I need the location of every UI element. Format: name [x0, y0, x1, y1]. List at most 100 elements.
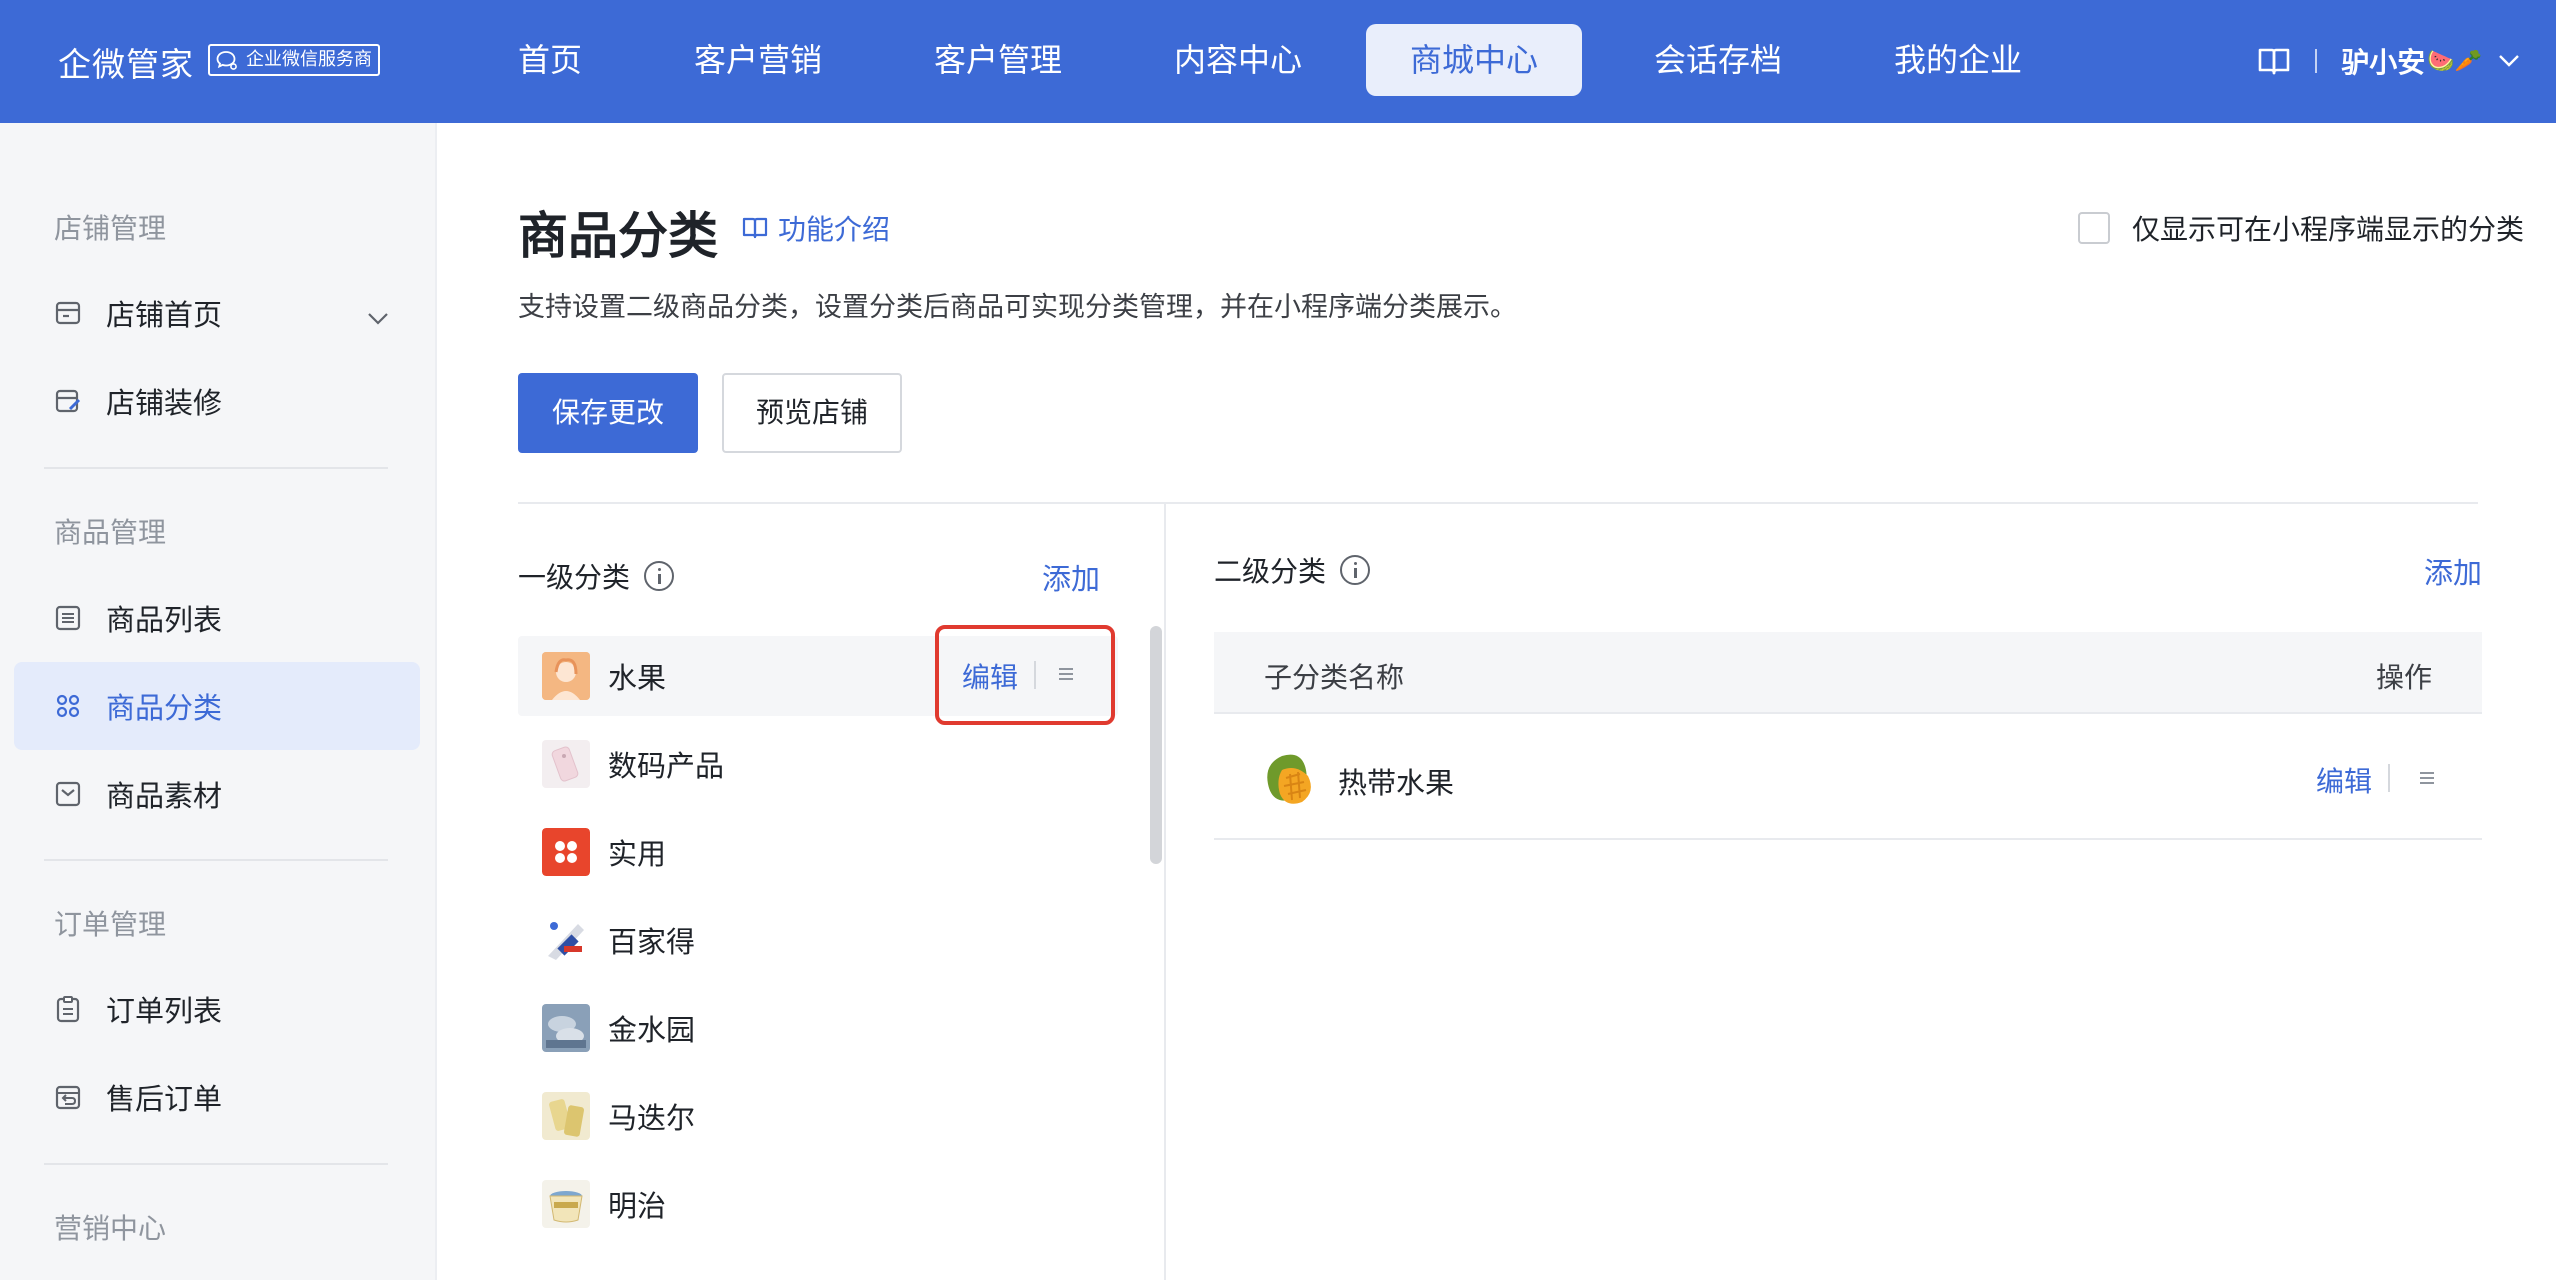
sidebar-group-store: 店铺管理 — [54, 212, 167, 245]
level1-add-link[interactable]: 添加 — [1042, 556, 1100, 598]
level2-add-link[interactable]: 添加 — [2424, 550, 2482, 592]
category-name: 百家得 — [608, 925, 696, 959]
sidebar-group-orders: 订单管理 — [54, 908, 167, 941]
sidebar-item-goods-category[interactable]: 商品分类 — [14, 662, 420, 750]
subcategory-name: 热带水果 — [1338, 766, 1455, 800]
sidebar-item-order-list[interactable]: 订单列表 — [14, 965, 420, 1053]
nav-customer-management[interactable]: 客户管理 — [890, 24, 1106, 96]
action-separator — [1034, 661, 1036, 689]
only-show-label: 仅显示可在小程序端显示的分类 — [2131, 213, 2524, 246]
feature-intro-link[interactable]: 功能介绍 — [742, 208, 890, 248]
decoration-icon — [54, 387, 82, 415]
sidebar: 店铺管理 店铺首页 店铺装修 商品管理 商品列表 商品分类 商品素材 订单管理 … — [0, 123, 437, 1280]
page-title: 商品分类 — [518, 207, 718, 265]
column-header-operation: 操作 — [2375, 661, 2432, 694]
subcategory-table-header: 子分类名称 操作 — [1214, 632, 2482, 712]
divider — [2315, 49, 2318, 73]
panel-divider — [1164, 504, 1166, 1280]
action-separator — [2388, 764, 2390, 792]
store-icon — [54, 299, 82, 327]
clipboard-icon — [54, 995, 82, 1023]
drag-handle-icon[interactable] — [1059, 668, 1073, 680]
sidebar-item-label: 售后订单 — [106, 1082, 223, 1116]
user-area: 驴小安 🍉🥕 — [2257, 38, 2520, 84]
sidebar-divider — [44, 467, 388, 469]
sidebar-item-after-sale[interactable]: 售后订单 — [14, 1053, 420, 1141]
category-thumbnail-practical — [542, 828, 590, 876]
app-logo[interactable]: 企微管家 — [58, 38, 194, 86]
category-row-meiji[interactable]: 明治 — [518, 1164, 1118, 1244]
book-icon — [742, 216, 768, 240]
level1-header: 一级分类 — [518, 556, 675, 596]
sidebar-item-label: 店铺首页 — [106, 298, 223, 332]
sidebar-item-store-decoration[interactable]: 店铺装修 — [14, 357, 420, 445]
nav-my-enterprise[interactable]: 我的企业 — [1850, 24, 2066, 96]
category-row-digital[interactable]: 数码产品 — [518, 724, 1118, 804]
help-book-icon[interactable] — [2257, 46, 2291, 76]
category-row-bacardi[interactable]: 百家得 — [518, 900, 1118, 980]
sidebar-item-goods-material[interactable]: 商品素材 — [14, 750, 420, 838]
sidebar-divider — [44, 859, 388, 861]
chevron-down-icon[interactable] — [2498, 54, 2520, 68]
category-row-jinshuiyuan[interactable]: 金水园 — [518, 988, 1118, 1068]
category-name: 实用 — [608, 837, 667, 871]
category-name: 水果 — [608, 661, 667, 695]
subcategory-thumbnail-tropical-fruit — [1260, 750, 1320, 810]
sidebar-group-marketing: 营销中心 — [54, 1212, 167, 1245]
nav-session-archive[interactable]: 会话存档 — [1610, 24, 1826, 96]
save-changes-button[interactable]: 保存更改 — [518, 373, 698, 453]
info-icon[interactable] — [644, 561, 675, 591]
category-name: 金水园 — [608, 1013, 696, 1047]
sidebar-item-label: 商品列表 — [106, 603, 223, 637]
category-thumbnail-jinshuiyuan — [542, 1004, 590, 1052]
top-navigation-bar: 企微管家 企业微信服务商 首页 客户营销 客户管理 内容中心 商城中心 会话存档… — [0, 0, 2556, 123]
user-emoji: 🍉🥕 — [2427, 48, 2482, 74]
category-thumbnail-meiji — [542, 1180, 590, 1228]
category-edit-link[interactable]: 编辑 — [962, 656, 1018, 696]
level2-title: 二级分类 — [1214, 555, 1327, 588]
sidebar-divider — [44, 1163, 388, 1165]
only-show-checkbox[interactable] — [2077, 212, 2110, 244]
drag-handle-icon[interactable] — [2420, 772, 2434, 784]
sidebar-item-store-home[interactable]: 店铺首页 — [14, 269, 420, 357]
category-icon — [54, 692, 82, 720]
sidebar-item-label: 订单列表 — [106, 994, 223, 1028]
sidebar-group-goods: 商品管理 — [54, 516, 167, 549]
category-name: 马迭尔 — [608, 1101, 696, 1135]
level2-header: 二级分类 — [1214, 550, 1371, 590]
user-name[interactable]: 驴小安 — [2341, 41, 2425, 81]
category-row-madier[interactable]: 马迭尔 — [518, 1076, 1118, 1156]
sidebar-item-label: 商品素材 — [106, 779, 223, 813]
category-row-practical[interactable]: 实用 — [518, 812, 1118, 892]
info-icon[interactable] — [1340, 555, 1371, 585]
sidebar-item-goods-list[interactable]: 商品列表 — [14, 574, 420, 662]
list-icon — [54, 604, 82, 632]
wecom-chat-icon — [216, 50, 238, 79]
preview-store-button[interactable]: 预览店铺 — [722, 373, 902, 453]
category-name: 数码产品 — [608, 749, 725, 783]
sidebar-item-label: 店铺装修 — [106, 386, 223, 420]
level1-scrollbar[interactable] — [1150, 626, 1162, 864]
category-thumbnail-madier — [542, 1092, 590, 1140]
chevron-down-icon[interactable] — [366, 299, 390, 333]
table-row: 热带水果 编辑 — [1214, 712, 2482, 840]
category-name: 明治 — [608, 1189, 667, 1223]
material-icon — [54, 780, 82, 808]
subcategory-edit-link[interactable]: 编辑 — [2316, 760, 2372, 800]
service-provider-badge: 企业微信服务商 — [208, 44, 380, 76]
feature-intro-label: 功能介绍 — [778, 213, 891, 246]
category-thumbnail-fruit — [542, 652, 590, 700]
level1-title: 一级分类 — [518, 561, 631, 594]
sidebar-item-label: 商品分类 — [106, 691, 223, 725]
nav-home[interactable]: 首页 — [474, 24, 626, 96]
column-header-name: 子分类名称 — [1264, 661, 1405, 694]
nav-mall-center[interactable]: 商城中心 — [1366, 24, 1583, 96]
page-description: 支持设置二级商品分类，设置分类后商品可实现分类管理，并在小程序端分类展示。 — [518, 292, 1517, 323]
only-show-miniprogram-filter[interactable]: 仅显示可在小程序端显示的分类 — [2077, 208, 2524, 248]
badge-label: 企业微信服务商 — [246, 49, 372, 70]
category-thumbnail-bacardi — [542, 916, 590, 964]
nav-content-center[interactable]: 内容中心 — [1130, 24, 1346, 96]
return-icon — [54, 1083, 82, 1111]
nav-customer-marketing[interactable]: 客户营销 — [650, 24, 866, 96]
category-thumbnail-digital — [542, 740, 590, 788]
